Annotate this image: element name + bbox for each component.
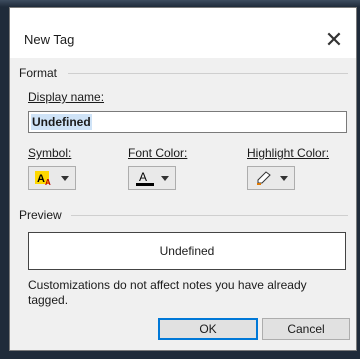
font-color-label: Font Color: (128, 146, 187, 160)
display-name-value: Undefined (31, 114, 92, 130)
title-bar: New Tag ✕ (10, 8, 356, 58)
symbol-label-text: Symbol: (28, 146, 72, 160)
chevron-down-icon (61, 176, 69, 181)
symbol-label: Symbol: (28, 146, 71, 160)
window-backdrop (0, 0, 360, 7)
format-divider (68, 73, 348, 74)
format-group-label: Format (19, 66, 58, 80)
ok-button[interactable]: OK (158, 318, 258, 340)
symbol-dropdown[interactable]: A A (28, 166, 76, 190)
display-name-field[interactable]: Undefined (28, 111, 347, 133)
svg-text:A: A (139, 170, 147, 184)
dialog-title: New Tag (24, 32, 75, 47)
new-tag-dialog: New Tag ✕ Format Display name: Undefined… (9, 7, 357, 351)
highlight-color-label-text: Highlight Color: (247, 146, 330, 160)
preview-divider (71, 215, 348, 216)
chevron-down-icon (280, 176, 288, 181)
svg-text:A: A (45, 178, 51, 186)
font-color-label-text: Font Color: (128, 146, 188, 160)
font-color-dropdown[interactable]: A (128, 166, 176, 190)
preview-text: Undefined (159, 244, 215, 258)
tag-preview: Undefined (28, 232, 346, 270)
chevron-down-icon (161, 176, 169, 181)
svg-text:A: A (37, 173, 45, 185)
close-icon[interactable]: ✕ (318, 25, 350, 55)
preview-group-label: Preview (19, 208, 62, 222)
customization-note: Customizations do not affect notes you h… (28, 278, 307, 307)
font-color-icon: A (136, 170, 154, 186)
highlight-color-label: Highlight Color: (247, 146, 329, 160)
cancel-button[interactable]: Cancel (262, 318, 350, 340)
symbol-icon: A A (35, 171, 51, 186)
highlight-pen-icon (257, 171, 271, 185)
highlight-color-dropdown[interactable] (247, 166, 295, 190)
display-name-label: Display name: (28, 90, 104, 104)
display-name-label-text: Display name: (28, 90, 105, 104)
